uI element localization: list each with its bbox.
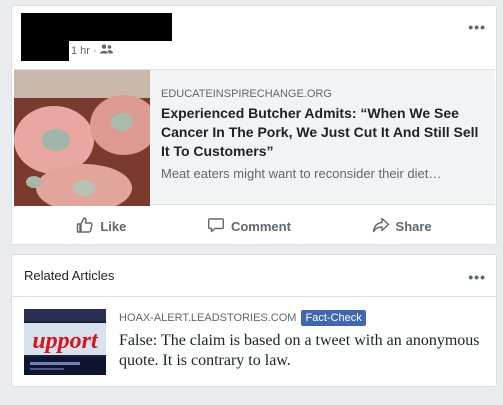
link-preview[interactable]: EDUCATEINSPIRECHANGE.ORG Experienced But… xyxy=(14,69,495,206)
redacted-avatar xyxy=(21,13,69,61)
link-description: Meat eaters might want to reconsider the… xyxy=(161,166,442,181)
thumb-text: upport xyxy=(32,328,99,354)
comment-label: Comment xyxy=(230,218,291,234)
fact-check-badge: Fact-Check xyxy=(301,310,366,326)
link-text[interactable]: EDUCATEINSPIRECHANGE.ORG Experienced But… xyxy=(161,88,487,181)
link-domain: EDUCATEINSPIRECHANGE.ORG xyxy=(161,88,332,100)
meta-separator: · xyxy=(92,44,97,57)
thumbs-up-icon xyxy=(76,216,94,237)
post-timestamp[interactable]: 1 hr xyxy=(71,45,90,57)
like-label: Like xyxy=(100,218,127,234)
divider xyxy=(12,296,496,297)
related-article-source: HOAX-ALERT.LEADSTORIES.COM Fact-Check xyxy=(119,310,489,326)
related-articles-title: Related Articles xyxy=(24,268,115,283)
related-article-text[interactable]: False: The claim is based on a tweet wit… xyxy=(119,331,489,371)
share-icon xyxy=(372,216,390,237)
related-options-icon[interactable]: ••• xyxy=(468,270,486,284)
like-button[interactable]: Like xyxy=(76,216,126,237)
post-actions: Like Comment Share xyxy=(12,207,496,245)
related-article-domain: HOAX-ALERT.LEADSTORIES.COM xyxy=(119,312,297,324)
post-options-icon[interactable]: ••• xyxy=(468,20,486,34)
link-thumbnail[interactable] xyxy=(14,70,150,206)
post-meta: 1 hr · xyxy=(71,44,113,57)
redacted-author-name xyxy=(69,13,172,41)
related-articles-card: Related Articles ••• upport HOAX-ALERT.L… xyxy=(11,254,497,387)
related-article[interactable]: HOAX-ALERT.LEADSTORIES.COM Fact-Check Fa… xyxy=(119,310,489,371)
link-headline[interactable]: Experienced Butcher Admits: “When We See… xyxy=(161,104,487,161)
share-button[interactable]: Share xyxy=(372,216,432,237)
comment-button[interactable]: Comment xyxy=(207,216,291,237)
related-article-thumbnail[interactable]: upport xyxy=(24,309,106,375)
friends-icon[interactable] xyxy=(99,44,113,57)
post-card: 1 hr · ••• EDUCATEINSPIRECHANGE.ORG Expe… xyxy=(11,5,497,245)
share-label: Share xyxy=(395,218,432,234)
comment-icon xyxy=(207,216,225,237)
